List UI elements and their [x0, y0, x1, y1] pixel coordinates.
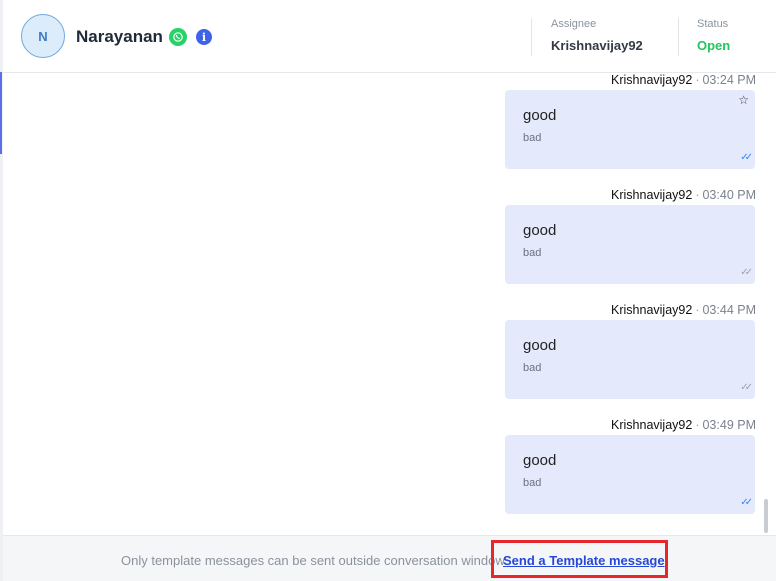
message-sender: Krishnavijay92 [611, 418, 693, 432]
message-list: Krishnavijay92 · 03:24 PM good bad ☆ ✓✓ Kr… [3, 73, 776, 535]
scrollbar[interactable] [764, 499, 768, 533]
read-ticks-icon: ✓✓ [740, 497, 753, 508]
assignee-value[interactable]: Krishnavijay92 [551, 38, 643, 53]
message-time: 03:49 PM [702, 418, 756, 432]
message-meta: Krishnavijay92 · 03:40 PM [611, 188, 756, 202]
header-divider [678, 18, 679, 56]
assignee-label: Assignee [551, 18, 597, 30]
message-subtext: bad [523, 362, 542, 374]
message-bubble[interactable]: good bad ✓✓ [505, 320, 755, 399]
composer-footer: Only template messages can be sent outsi… [3, 535, 776, 581]
delivered-ticks-icon: ✓✓ [740, 382, 753, 393]
message-sender: Krishnavijay92 [611, 188, 693, 202]
message-sender: Krishnavijay92 [611, 73, 693, 87]
message-bubble[interactable]: good bad ✓✓ [505, 205, 755, 284]
status-value[interactable]: Open [697, 38, 730, 53]
message-subtext: bad [523, 247, 542, 259]
read-ticks-icon: ✓✓ [740, 152, 753, 163]
message-text: good [523, 337, 557, 354]
message-time: 03:24 PM [702, 73, 756, 87]
delivered-ticks-icon: ✓✓ [740, 267, 753, 278]
header-divider [531, 18, 532, 56]
active-indicator [0, 72, 2, 154]
message-text: good [523, 452, 557, 469]
message-time: 03:40 PM [702, 188, 756, 202]
conversation-view: N Narayanan i Assignee Krishnavijay92 St… [0, 0, 776, 581]
contact-name[interactable]: Narayanan [76, 27, 163, 47]
message-subtext: bad [523, 132, 542, 144]
message-bubble[interactable]: good bad ✓✓ [505, 435, 755, 514]
avatar[interactable]: N [21, 14, 65, 58]
whatsapp-icon [169, 28, 187, 46]
message-meta: Krishnavijay92 · 03:49 PM [611, 418, 756, 432]
message-text: good [523, 107, 557, 124]
send-template-link[interactable]: Send a Template message [503, 553, 665, 568]
conversation-header: N Narayanan i Assignee Krishnavijay92 St… [3, 0, 776, 73]
status-label: Status [697, 18, 729, 30]
message-text: good [523, 222, 557, 239]
info-icon[interactable]: i [196, 29, 212, 45]
message-time: 03:44 PM [702, 303, 756, 317]
message-bubble[interactable]: good bad ☆ ✓✓ [505, 90, 755, 169]
star-icon[interactable]: ☆ [738, 93, 749, 107]
message-subtext: bad [523, 477, 542, 489]
message-sender: Krishnavijay92 [611, 303, 693, 317]
message-meta: Krishnavijay92 · 03:24 PM [611, 73, 756, 87]
template-only-notice: Only template messages can be sent outsi… [121, 553, 505, 568]
message-meta: Krishnavijay92 · 03:44 PM [611, 303, 756, 317]
